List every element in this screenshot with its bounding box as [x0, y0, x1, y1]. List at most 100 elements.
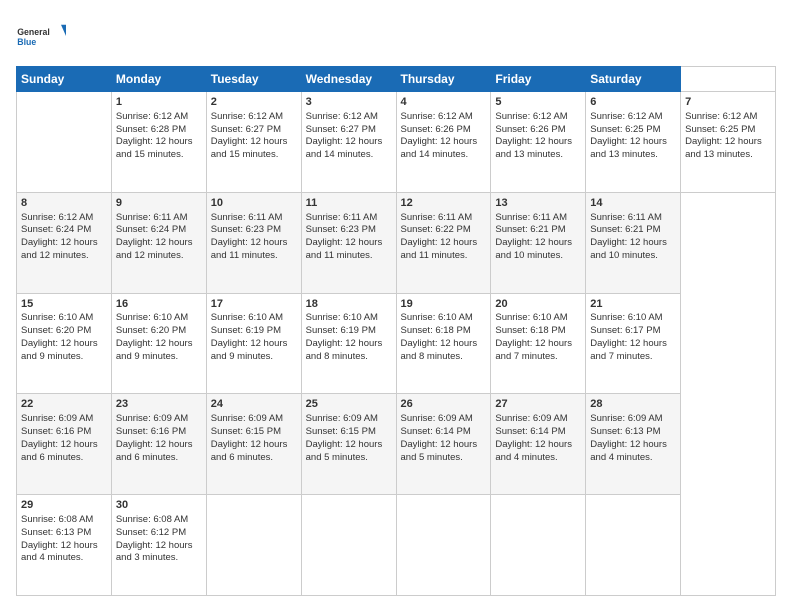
daylight-value: and 13 minutes. [685, 149, 753, 160]
calendar-table: SundayMondayTuesdayWednesdayThursdayFrid… [16, 66, 776, 596]
sunrise-label: Sunrise: 6:08 AM [116, 514, 188, 525]
calendar-day-header: Wednesday [301, 67, 396, 92]
day-number: 24 [211, 397, 297, 412]
calendar-cell: 4 Sunrise: 6:12 AM Sunset: 6:26 PM Dayli… [396, 92, 491, 193]
sunset-label: Sunset: 6:20 PM [21, 325, 91, 336]
calendar-cell: 19 Sunrise: 6:10 AM Sunset: 6:18 PM Dayl… [396, 293, 491, 394]
sunrise-label: Sunrise: 6:10 AM [211, 312, 283, 323]
day-number: 11 [306, 196, 392, 211]
day-number: 30 [116, 498, 202, 513]
day-number: 10 [211, 196, 297, 211]
day-number: 22 [21, 397, 107, 412]
daylight-value: and 12 minutes. [116, 250, 184, 261]
daylight-value: and 5 minutes. [306, 452, 368, 463]
daylight-label: Daylight: 12 hours [211, 338, 288, 349]
day-number: 12 [401, 196, 487, 211]
calendar-cell [301, 495, 396, 596]
sunset-label: Sunset: 6:19 PM [306, 325, 376, 336]
calendar-cell [396, 495, 491, 596]
calendar-cell: 25 Sunrise: 6:09 AM Sunset: 6:15 PM Dayl… [301, 394, 396, 495]
daylight-value: and 11 minutes. [306, 250, 373, 261]
sunset-label: Sunset: 6:14 PM [401, 426, 471, 437]
daylight-value: and 6 minutes. [211, 452, 273, 463]
calendar-cell [206, 495, 301, 596]
sunset-label: Sunset: 6:15 PM [306, 426, 376, 437]
sunset-label: Sunset: 6:22 PM [401, 224, 471, 235]
daylight-value: and 9 minutes. [116, 351, 178, 362]
day-number: 4 [401, 95, 487, 110]
sunset-label: Sunset: 6:21 PM [590, 224, 660, 235]
sunrise-label: Sunrise: 6:10 AM [306, 312, 378, 323]
daylight-label: Daylight: 12 hours [495, 439, 572, 450]
sunrise-label: Sunrise: 6:09 AM [590, 413, 662, 424]
sunrise-label: Sunrise: 6:09 AM [495, 413, 567, 424]
calendar-cell: 23 Sunrise: 6:09 AM Sunset: 6:16 PM Dayl… [111, 394, 206, 495]
day-number: 20 [495, 297, 581, 312]
day-number: 9 [116, 196, 202, 211]
logo: General Blue [16, 16, 66, 56]
calendar-cell: 22 Sunrise: 6:09 AM Sunset: 6:16 PM Dayl… [17, 394, 112, 495]
day-number: 19 [401, 297, 487, 312]
page: General Blue SundayMondayTuesdayWednesda… [0, 0, 792, 612]
daylight-value: and 3 minutes. [116, 552, 178, 563]
daylight-label: Daylight: 12 hours [116, 237, 193, 248]
daylight-value: and 10 minutes. [495, 250, 563, 261]
sunset-label: Sunset: 6:24 PM [116, 224, 186, 235]
calendar-body: 1 Sunrise: 6:12 AM Sunset: 6:28 PM Dayli… [17, 92, 776, 596]
calendar-day-header: Monday [111, 67, 206, 92]
daylight-label: Daylight: 12 hours [590, 237, 667, 248]
calendar-cell: 13 Sunrise: 6:11 AM Sunset: 6:21 PM Dayl… [491, 192, 586, 293]
daylight-label: Daylight: 12 hours [116, 338, 193, 349]
daylight-label: Daylight: 12 hours [211, 237, 288, 248]
daylight-label: Daylight: 12 hours [495, 237, 572, 248]
day-number: 28 [590, 397, 676, 412]
daylight-label: Daylight: 12 hours [401, 237, 478, 248]
calendar-cell: 6 Sunrise: 6:12 AM Sunset: 6:25 PM Dayli… [586, 92, 681, 193]
daylight-label: Daylight: 12 hours [21, 338, 98, 349]
daylight-value: and 4 minutes. [21, 552, 83, 563]
calendar-cell: 11 Sunrise: 6:11 AM Sunset: 6:23 PM Dayl… [301, 192, 396, 293]
calendar-cell: 10 Sunrise: 6:11 AM Sunset: 6:23 PM Dayl… [206, 192, 301, 293]
sunset-label: Sunset: 6:17 PM [590, 325, 660, 336]
calendar-cell: 16 Sunrise: 6:10 AM Sunset: 6:20 PM Dayl… [111, 293, 206, 394]
calendar-cell: 27 Sunrise: 6:09 AM Sunset: 6:14 PM Dayl… [491, 394, 586, 495]
daylight-value: and 15 minutes. [116, 149, 184, 160]
sunset-label: Sunset: 6:18 PM [401, 325, 471, 336]
calendar-cell [491, 495, 586, 596]
daylight-value: and 15 minutes. [211, 149, 279, 160]
calendar-cell: 15 Sunrise: 6:10 AM Sunset: 6:20 PM Dayl… [17, 293, 112, 394]
sunset-label: Sunset: 6:15 PM [211, 426, 281, 437]
daylight-value: and 10 minutes. [590, 250, 658, 261]
daylight-label: Daylight: 12 hours [21, 540, 98, 551]
calendar-cell: 21 Sunrise: 6:10 AM Sunset: 6:17 PM Dayl… [586, 293, 681, 394]
daylight-label: Daylight: 12 hours [306, 237, 383, 248]
day-number: 14 [590, 196, 676, 211]
day-number: 7 [685, 95, 771, 110]
sunset-label: Sunset: 6:25 PM [685, 124, 755, 135]
calendar-cell [17, 92, 112, 193]
day-number: 18 [306, 297, 392, 312]
sunset-label: Sunset: 6:14 PM [495, 426, 565, 437]
day-number: 29 [21, 498, 107, 513]
sunrise-label: Sunrise: 6:09 AM [211, 413, 283, 424]
daylight-label: Daylight: 12 hours [495, 338, 572, 349]
daylight-value: and 9 minutes. [21, 351, 83, 362]
sunrise-label: Sunrise: 6:12 AM [495, 111, 567, 122]
daylight-value: and 11 minutes. [401, 250, 468, 261]
day-number: 2 [211, 95, 297, 110]
calendar-cell: 17 Sunrise: 6:10 AM Sunset: 6:19 PM Dayl… [206, 293, 301, 394]
daylight-label: Daylight: 12 hours [211, 136, 288, 147]
sunset-label: Sunset: 6:18 PM [495, 325, 565, 336]
daylight-label: Daylight: 12 hours [401, 136, 478, 147]
daylight-value: and 6 minutes. [116, 452, 178, 463]
daylight-label: Daylight: 12 hours [116, 540, 193, 551]
sunset-label: Sunset: 6:20 PM [116, 325, 186, 336]
sunrise-label: Sunrise: 6:10 AM [495, 312, 567, 323]
sunset-label: Sunset: 6:13 PM [590, 426, 660, 437]
sunrise-label: Sunrise: 6:12 AM [590, 111, 662, 122]
daylight-value: and 14 minutes. [401, 149, 469, 160]
svg-text:General: General [17, 27, 50, 37]
day-number: 23 [116, 397, 202, 412]
daylight-value: and 4 minutes. [590, 452, 652, 463]
sunset-label: Sunset: 6:25 PM [590, 124, 660, 135]
